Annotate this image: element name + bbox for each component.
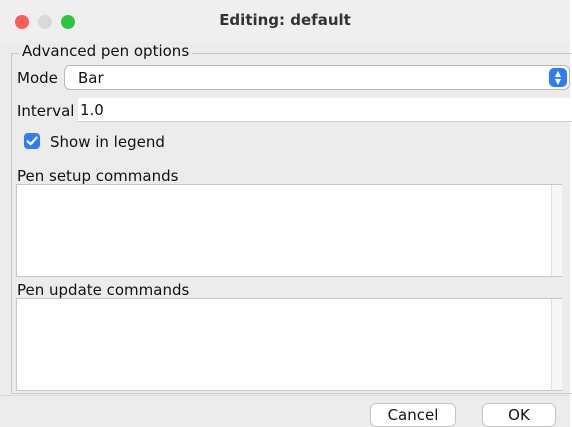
cancel-button[interactable]: Cancel [370, 403, 456, 427]
mode-label: Mode [17, 69, 58, 87]
mode-select[interactable]: Bar ▲ ▼ [64, 65, 570, 90]
footer-divider [0, 395, 570, 396]
chevron-up-down-icon: ▲ ▼ [549, 68, 567, 87]
pen-setup-label: Pen setup commands [17, 167, 179, 185]
pen-setup-textarea[interactable] [16, 184, 562, 277]
checkmark-icon [26, 136, 38, 146]
interval-input[interactable]: 1.0 [78, 98, 572, 122]
mode-selected-value: Bar [78, 69, 104, 87]
show-in-legend-checkbox[interactable] [24, 133, 40, 149]
pen-update-textarea[interactable] [16, 298, 562, 391]
pen-update-label: Pen update commands [17, 281, 190, 299]
pen-update-scrollbar[interactable] [551, 299, 562, 390]
advanced-options-title: Advanced pen options [19, 42, 193, 60]
interval-value: 1.0 [80, 101, 104, 119]
title-bar: Editing: default [0, 0, 570, 44]
dialog-window: Editing: default Advanced pen options Mo… [0, 0, 572, 427]
window-title: Editing: default [219, 11, 351, 29]
show-in-legend-label: Show in legend [50, 133, 165, 151]
ok-button[interactable]: OK [482, 403, 556, 427]
pen-setup-scrollbar[interactable] [551, 185, 562, 276]
interval-label: Interval [17, 102, 75, 120]
